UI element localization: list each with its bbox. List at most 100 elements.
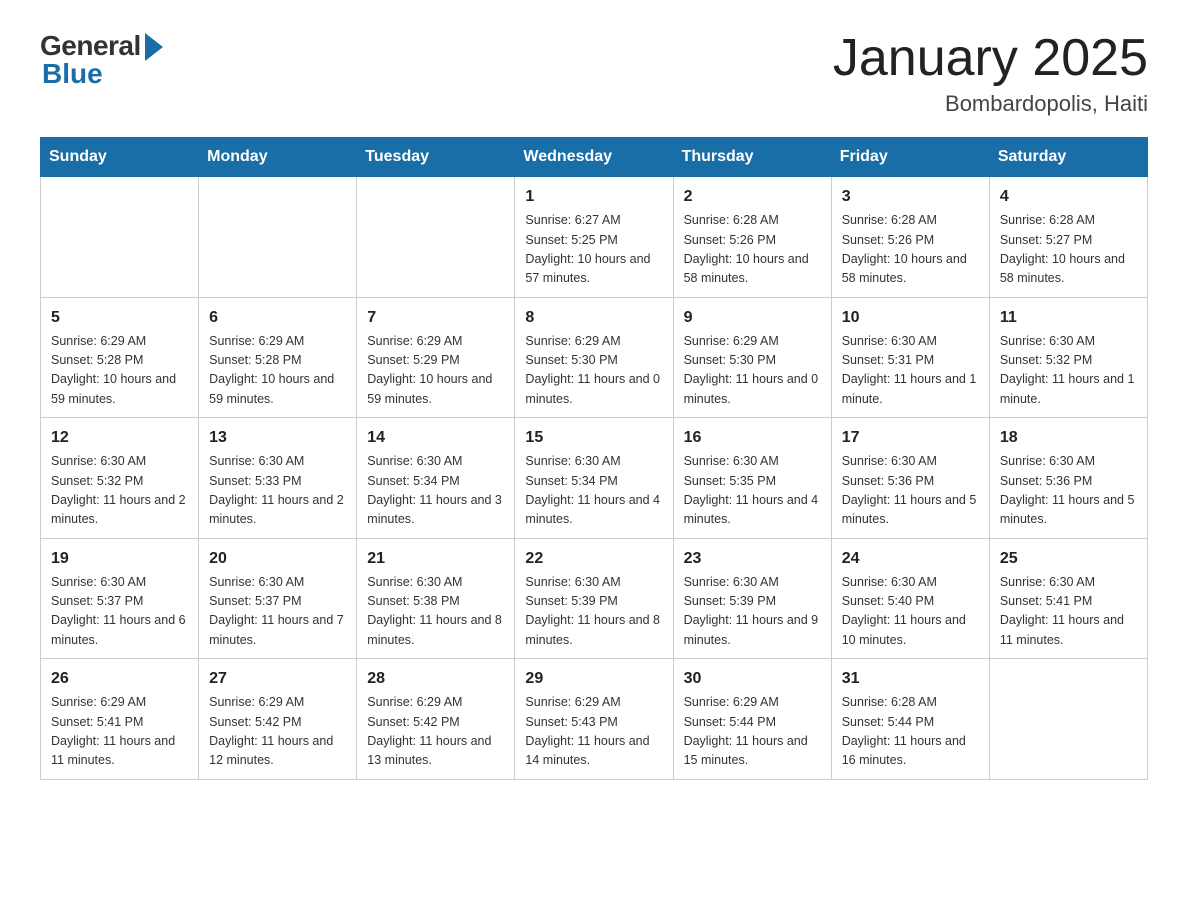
day-number-1: 1: [525, 185, 662, 209]
calendar-cell-w4-d7: 25Sunrise: 6:30 AM Sunset: 5:41 PM Dayli…: [989, 538, 1147, 659]
day-info-15: Sunrise: 6:30 AM Sunset: 5:34 PM Dayligh…: [525, 452, 662, 530]
calendar-cell-w2-d6: 10Sunrise: 6:30 AM Sunset: 5:31 PM Dayli…: [831, 297, 989, 418]
location-subtitle: Bombardopolis, Haiti: [833, 91, 1148, 117]
day-number-18: 18: [1000, 426, 1137, 450]
calendar-cell-w4-d1: 19Sunrise: 6:30 AM Sunset: 5:37 PM Dayli…: [41, 538, 199, 659]
calendar-cell-w2-d1: 5Sunrise: 6:29 AM Sunset: 5:28 PM Daylig…: [41, 297, 199, 418]
calendar-table: Sunday Monday Tuesday Wednesday Thursday…: [40, 137, 1148, 780]
day-number-10: 10: [842, 306, 979, 330]
header-tuesday: Tuesday: [357, 138, 515, 177]
header-friday: Friday: [831, 138, 989, 177]
calendar-cell-w2-d2: 6Sunrise: 6:29 AM Sunset: 5:28 PM Daylig…: [199, 297, 357, 418]
calendar-cell-w5-d2: 27Sunrise: 6:29 AM Sunset: 5:42 PM Dayli…: [199, 659, 357, 780]
calendar-cell-w1-d4: 1Sunrise: 6:27 AM Sunset: 5:25 PM Daylig…: [515, 177, 673, 298]
calendar-cell-w5-d6: 31Sunrise: 6:28 AM Sunset: 5:44 PM Dayli…: [831, 659, 989, 780]
calendar-week-2: 5Sunrise: 6:29 AM Sunset: 5:28 PM Daylig…: [41, 297, 1148, 418]
calendar-cell-w1-d6: 3Sunrise: 6:28 AM Sunset: 5:26 PM Daylig…: [831, 177, 989, 298]
calendar-cell-w3-d3: 14Sunrise: 6:30 AM Sunset: 5:34 PM Dayli…: [357, 418, 515, 539]
calendar-cell-w4-d6: 24Sunrise: 6:30 AM Sunset: 5:40 PM Dayli…: [831, 538, 989, 659]
day-info-26: Sunrise: 6:29 AM Sunset: 5:41 PM Dayligh…: [51, 693, 188, 771]
day-number-17: 17: [842, 426, 979, 450]
calendar-cell-w3-d4: 15Sunrise: 6:30 AM Sunset: 5:34 PM Dayli…: [515, 418, 673, 539]
day-info-13: Sunrise: 6:30 AM Sunset: 5:33 PM Dayligh…: [209, 452, 346, 530]
header-thursday: Thursday: [673, 138, 831, 177]
day-number-29: 29: [525, 667, 662, 691]
header-wednesday: Wednesday: [515, 138, 673, 177]
day-number-26: 26: [51, 667, 188, 691]
day-info-19: Sunrise: 6:30 AM Sunset: 5:37 PM Dayligh…: [51, 573, 188, 651]
header-saturday: Saturday: [989, 138, 1147, 177]
day-info-3: Sunrise: 6:28 AM Sunset: 5:26 PM Dayligh…: [842, 211, 979, 289]
day-info-30: Sunrise: 6:29 AM Sunset: 5:44 PM Dayligh…: [684, 693, 821, 771]
day-number-7: 7: [367, 306, 504, 330]
day-number-24: 24: [842, 547, 979, 571]
day-info-16: Sunrise: 6:30 AM Sunset: 5:35 PM Dayligh…: [684, 452, 821, 530]
day-number-14: 14: [367, 426, 504, 450]
day-number-9: 9: [684, 306, 821, 330]
day-info-8: Sunrise: 6:29 AM Sunset: 5:30 PM Dayligh…: [525, 332, 662, 410]
calendar-cell-w2-d3: 7Sunrise: 6:29 AM Sunset: 5:29 PM Daylig…: [357, 297, 515, 418]
calendar-cell-w1-d1: [41, 177, 199, 298]
day-info-20: Sunrise: 6:30 AM Sunset: 5:37 PM Dayligh…: [209, 573, 346, 651]
calendar-cell-w2-d5: 9Sunrise: 6:29 AM Sunset: 5:30 PM Daylig…: [673, 297, 831, 418]
header-monday: Monday: [199, 138, 357, 177]
day-number-27: 27: [209, 667, 346, 691]
calendar-cell-w4-d4: 22Sunrise: 6:30 AM Sunset: 5:39 PM Dayli…: [515, 538, 673, 659]
calendar-cell-w4-d2: 20Sunrise: 6:30 AM Sunset: 5:37 PM Dayli…: [199, 538, 357, 659]
day-info-22: Sunrise: 6:30 AM Sunset: 5:39 PM Dayligh…: [525, 573, 662, 651]
day-info-12: Sunrise: 6:30 AM Sunset: 5:32 PM Dayligh…: [51, 452, 188, 530]
logo-arrow-icon: [145, 33, 163, 61]
day-info-27: Sunrise: 6:29 AM Sunset: 5:42 PM Dayligh…: [209, 693, 346, 771]
logo: General Blue: [40, 30, 163, 90]
calendar-cell-w3-d7: 18Sunrise: 6:30 AM Sunset: 5:36 PM Dayli…: [989, 418, 1147, 539]
calendar-cell-w3-d5: 16Sunrise: 6:30 AM Sunset: 5:35 PM Dayli…: [673, 418, 831, 539]
day-info-29: Sunrise: 6:29 AM Sunset: 5:43 PM Dayligh…: [525, 693, 662, 771]
day-info-14: Sunrise: 6:30 AM Sunset: 5:34 PM Dayligh…: [367, 452, 504, 530]
calendar-cell-w2-d7: 11Sunrise: 6:30 AM Sunset: 5:32 PM Dayli…: [989, 297, 1147, 418]
page-header: General Blue January 2025 Bombardopolis,…: [40, 30, 1148, 117]
calendar-cell-w5-d1: 26Sunrise: 6:29 AM Sunset: 5:41 PM Dayli…: [41, 659, 199, 780]
day-info-7: Sunrise: 6:29 AM Sunset: 5:29 PM Dayligh…: [367, 332, 504, 410]
day-number-12: 12: [51, 426, 188, 450]
day-info-6: Sunrise: 6:29 AM Sunset: 5:28 PM Dayligh…: [209, 332, 346, 410]
day-number-16: 16: [684, 426, 821, 450]
day-info-24: Sunrise: 6:30 AM Sunset: 5:40 PM Dayligh…: [842, 573, 979, 651]
day-info-1: Sunrise: 6:27 AM Sunset: 5:25 PM Dayligh…: [525, 211, 662, 289]
day-number-2: 2: [684, 185, 821, 209]
day-number-6: 6: [209, 306, 346, 330]
day-info-23: Sunrise: 6:30 AM Sunset: 5:39 PM Dayligh…: [684, 573, 821, 651]
day-number-21: 21: [367, 547, 504, 571]
day-info-2: Sunrise: 6:28 AM Sunset: 5:26 PM Dayligh…: [684, 211, 821, 289]
day-number-8: 8: [525, 306, 662, 330]
calendar-cell-w5-d3: 28Sunrise: 6:29 AM Sunset: 5:42 PM Dayli…: [357, 659, 515, 780]
calendar-cell-w4-d3: 21Sunrise: 6:30 AM Sunset: 5:38 PM Dayli…: [357, 538, 515, 659]
calendar-week-5: 26Sunrise: 6:29 AM Sunset: 5:41 PM Dayli…: [41, 659, 1148, 780]
calendar-cell-w3-d1: 12Sunrise: 6:30 AM Sunset: 5:32 PM Dayli…: [41, 418, 199, 539]
day-number-4: 4: [1000, 185, 1137, 209]
calendar-cell-w5-d5: 30Sunrise: 6:29 AM Sunset: 5:44 PM Dayli…: [673, 659, 831, 780]
day-number-15: 15: [525, 426, 662, 450]
day-number-25: 25: [1000, 547, 1137, 571]
day-number-19: 19: [51, 547, 188, 571]
day-info-31: Sunrise: 6:28 AM Sunset: 5:44 PM Dayligh…: [842, 693, 979, 771]
day-number-13: 13: [209, 426, 346, 450]
day-number-11: 11: [1000, 306, 1137, 330]
day-info-10: Sunrise: 6:30 AM Sunset: 5:31 PM Dayligh…: [842, 332, 979, 410]
calendar-week-3: 12Sunrise: 6:30 AM Sunset: 5:32 PM Dayli…: [41, 418, 1148, 539]
day-number-3: 3: [842, 185, 979, 209]
calendar-cell-w3-d6: 17Sunrise: 6:30 AM Sunset: 5:36 PM Dayli…: [831, 418, 989, 539]
day-number-5: 5: [51, 306, 188, 330]
day-number-28: 28: [367, 667, 504, 691]
day-info-18: Sunrise: 6:30 AM Sunset: 5:36 PM Dayligh…: [1000, 452, 1137, 530]
header-sunday: Sunday: [41, 138, 199, 177]
month-title: January 2025: [833, 30, 1148, 87]
calendar-cell-w5-d7: [989, 659, 1147, 780]
title-section: January 2025 Bombardopolis, Haiti: [833, 30, 1148, 117]
calendar-header-row: Sunday Monday Tuesday Wednesday Thursday…: [41, 138, 1148, 177]
day-info-9: Sunrise: 6:29 AM Sunset: 5:30 PM Dayligh…: [684, 332, 821, 410]
logo-blue-text: Blue: [40, 58, 103, 90]
calendar-week-1: 1Sunrise: 6:27 AM Sunset: 5:25 PM Daylig…: [41, 177, 1148, 298]
day-number-20: 20: [209, 547, 346, 571]
day-info-11: Sunrise: 6:30 AM Sunset: 5:32 PM Dayligh…: [1000, 332, 1137, 410]
day-info-5: Sunrise: 6:29 AM Sunset: 5:28 PM Dayligh…: [51, 332, 188, 410]
